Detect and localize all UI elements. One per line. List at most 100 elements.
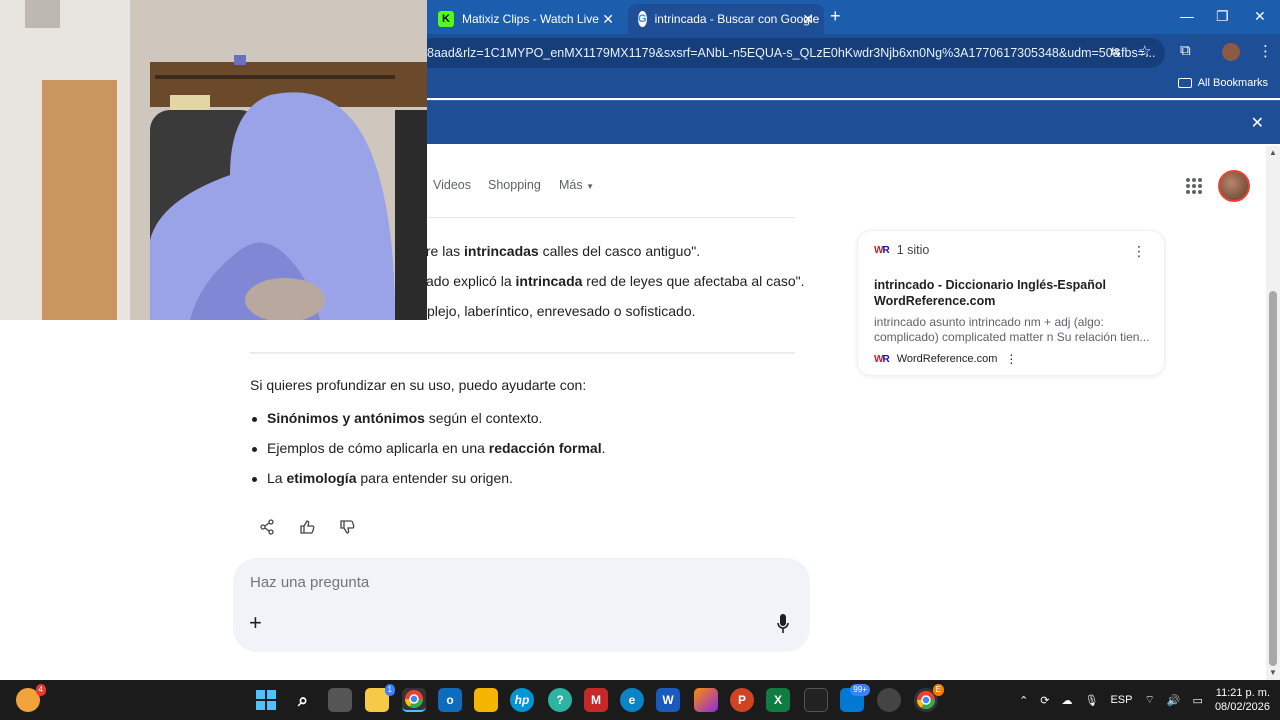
nav-videos[interactable]: Videos xyxy=(433,178,471,192)
outlook-icon[interactable]: o xyxy=(438,688,462,712)
file-explorer-icon[interactable] xyxy=(474,688,498,712)
mail-icon[interactable]: 99+ xyxy=(840,684,870,712)
text: plejo, laberíntico, enrevesado o sofisti… xyxy=(427,303,696,319)
extensions-icon[interactable]: ⧉ xyxy=(1180,42,1191,59)
account-avatar[interactable] xyxy=(1218,170,1250,202)
kick-icon: K xyxy=(438,11,454,27)
tab-google-search[interactable]: G intrincada - Buscar con Google ✕ xyxy=(628,4,824,34)
sync-icon[interactable]: ⟳ xyxy=(1040,694,1049,707)
restore-button[interactable]: ❐ xyxy=(1216,8,1229,25)
microphone-icon[interactable] xyxy=(777,614,789,634)
word-icon[interactable]: W xyxy=(656,688,680,712)
tab-title: Matixiz Clips - Watch Live on Ki xyxy=(462,12,602,26)
text: calles del casco antiguo". xyxy=(538,243,701,259)
support-assistant-icon[interactable]: ? xyxy=(548,688,572,712)
page-scrollbar[interactable]: ▲ ▼ xyxy=(1266,146,1280,680)
bold-term: redacción formal xyxy=(488,440,602,456)
suggestion-list: Sinónimos y antónimos según el contexto.… xyxy=(250,410,606,500)
new-tab-button[interactable]: + xyxy=(830,6,841,27)
chevron-up-icon[interactable]: ⌃ xyxy=(1019,694,1028,707)
text: según el contexto. xyxy=(424,410,543,426)
list-item: La etimología para entender su origen. xyxy=(250,470,606,500)
bold-term: etimología xyxy=(286,470,357,486)
mcafee-icon[interactable]: M xyxy=(584,688,608,712)
close-window-button[interactable]: ✕ xyxy=(1254,8,1266,25)
search-icon[interactable]: ⌕ xyxy=(291,688,315,712)
source-card[interactable]: WR 1 sitio ⋮ intrincado - Diccionario In… xyxy=(857,230,1165,376)
volume-icon[interactable]: 🔊 xyxy=(1167,694,1181,707)
card-title[interactable]: intrincado - Diccionario Inglés-Español … xyxy=(874,277,1154,309)
clock-time: 11:21 p. m. xyxy=(1215,687,1270,699)
tab-close-icon[interactable]: ✕ xyxy=(802,11,814,28)
text: Ejemplos de cómo aplicarla en una xyxy=(267,440,489,456)
thumbs-up-icon[interactable] xyxy=(298,518,316,536)
ask-box: + xyxy=(233,558,810,652)
source-name: WordReference.com xyxy=(896,353,998,365)
divider xyxy=(250,352,795,354)
store-badge: 1 xyxy=(384,684,395,696)
text: La xyxy=(267,470,287,486)
tab-title: intrincada - Buscar con Google xyxy=(654,12,820,26)
translate-icon[interactable]: ⇆ xyxy=(1110,44,1121,60)
system-tray: ⌃ ⟳ ☁ 🎙 ESP ⌔ 🔊 ▭ 11:21 p. m. 08/02/2026 xyxy=(1019,680,1270,720)
chrome-icon[interactable] xyxy=(402,688,426,712)
battery-icon[interactable]: ▭ xyxy=(1193,694,1203,707)
onedrive-icon[interactable]: ☁ xyxy=(1062,694,1073,707)
edge-icon[interactable]: e xyxy=(620,688,644,712)
windows-taskbar: 4 ⌕ 1 o hp ? M e W P X 99+ E ⌃ ⟳ ☁ 🎙 ESP… xyxy=(0,680,1280,720)
text: ado explicó la xyxy=(426,273,516,289)
all-bookmarks-button[interactable]: All Bookmarks xyxy=(1177,77,1268,89)
answer-intro: Si quieres profundizar en su uso, puedo … xyxy=(250,377,587,393)
excel-icon[interactable]: X xyxy=(766,688,790,712)
clock[interactable]: 11:21 p. m. 08/02/2026 xyxy=(1215,686,1270,714)
list-item: Sinónimos y antónimos según el contexto. xyxy=(250,410,606,440)
task-view-icon[interactable] xyxy=(328,688,352,712)
scroll-down-icon[interactable]: ▼ xyxy=(1269,668,1277,677)
wordreference-logo-icon: WR xyxy=(874,244,890,256)
list-item: Ejemplos de cómo aplicarla en una redacc… xyxy=(250,440,606,470)
nav-more[interactable]: Más ▼ xyxy=(559,178,594,192)
folder-icon xyxy=(1177,78,1192,88)
weather-badge: 4 xyxy=(35,684,46,696)
close-icon[interactable]: ✕ xyxy=(1251,113,1264,133)
hp-icon[interactable]: hp xyxy=(510,688,534,712)
all-bookmarks-label: All Bookmarks xyxy=(1197,77,1268,89)
microphone-icon[interactable]: 🎙 xyxy=(1085,694,1099,707)
text: tre las xyxy=(422,243,465,259)
wifi-icon[interactable]: ⌔ xyxy=(1144,693,1154,707)
bold-term: Sinónimos y antónimos xyxy=(267,410,425,426)
card-source: WR WordReference.com ⋮ xyxy=(874,352,1017,366)
profile-avatar[interactable] xyxy=(1222,43,1240,61)
weather-icon[interactable]: 4 xyxy=(16,684,46,712)
minimize-button[interactable]: — xyxy=(1180,8,1194,24)
card-snippet: intrincado asunto intrincado nm + adj (a… xyxy=(874,315,1150,344)
ask-input[interactable] xyxy=(250,574,730,591)
powerpoint-icon[interactable]: P xyxy=(730,688,754,712)
copilot-icon[interactable] xyxy=(694,688,718,712)
bold-term: intrincadas xyxy=(464,243,539,259)
scroll-up-icon[interactable]: ▲ xyxy=(1269,148,1277,157)
media-icon[interactable] xyxy=(877,688,901,712)
menu-icon[interactable]: ⋮ xyxy=(1258,42,1273,60)
chrome-profile-icon[interactable]: E xyxy=(914,684,944,712)
text: red de leyes que afectaba al caso". xyxy=(582,273,805,289)
tab-matixiz[interactable]: K Matixiz Clips - Watch Live on Ki ✕ xyxy=(428,4,624,34)
text: . xyxy=(601,440,606,456)
apps-grid-icon[interactable] xyxy=(1186,178,1202,194)
language-indicator[interactable]: ESP xyxy=(1110,694,1132,706)
tab-close-icon[interactable]: ✕ xyxy=(602,11,614,28)
scroll-thumb[interactable] xyxy=(1269,291,1277,666)
add-attachment-button[interactable]: + xyxy=(249,610,262,636)
more-options-icon[interactable]: ⋮ xyxy=(1005,352,1017,366)
start-button[interactable] xyxy=(254,688,278,712)
wordreference-logo-icon: WR xyxy=(874,353,890,365)
text: para entender su origen. xyxy=(356,470,513,486)
more-options-icon[interactable]: ⋮ xyxy=(1132,243,1146,260)
nav-shopping[interactable]: Shopping xyxy=(488,178,541,192)
thumbs-down-icon[interactable] xyxy=(338,518,356,536)
share-icon[interactable] xyxy=(258,518,276,536)
google-icon: G xyxy=(638,11,647,27)
bookmark-star-icon[interactable]: ☆ xyxy=(1138,42,1151,60)
store-icon[interactable]: 1 xyxy=(365,684,395,712)
terminal-icon[interactable] xyxy=(804,688,828,712)
